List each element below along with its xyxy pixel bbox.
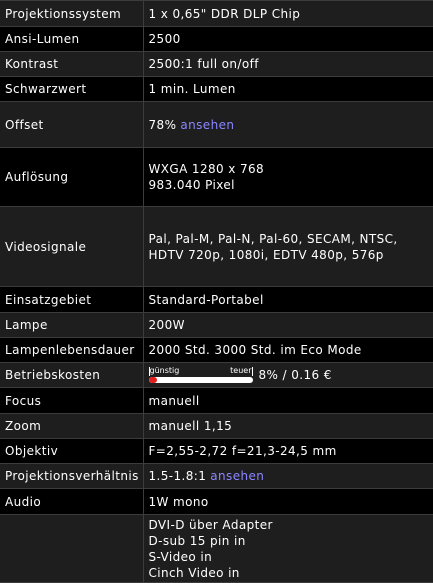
cost-meter-tick — [252, 367, 253, 376]
value-line: D-sub 15 pin in — [149, 533, 433, 549]
row-label: Kontrast — [0, 52, 143, 77]
spec-table: Projektionssystem 1 x 0,65" DDR DLP Chip… — [0, 0, 433, 583]
row-label: Lampenlebensdauer — [0, 338, 143, 363]
spec-row-einsatzgebiet: Einsatzgebiet Standard-Portabel — [0, 287, 433, 313]
row-value: 78%ansehen — [143, 102, 433, 148]
row-value: 2500 — [143, 27, 433, 52]
cost-value: 8% / 0.16 € — [259, 368, 332, 382]
spec-row-anschluesse: DVI-D über Adapter D-sub 15 pin in S-Vid… — [0, 515, 433, 583]
row-value: 1.5-1.8:1ansehen — [143, 464, 433, 489]
row-label: Projektionssystem — [0, 1, 143, 27]
value-line: WXGA 1280 x 768 — [149, 161, 433, 177]
value-line: S-Video in — [149, 549, 433, 565]
spec-row-projektionsverhaeltnis: Projektionsverhältnis 1.5-1.8:1ansehen — [0, 464, 433, 489]
row-value: 2500:1 full on/off — [143, 52, 433, 77]
row-value: 1 x 0,65" DDR DLP Chip — [143, 1, 433, 27]
row-value: 1W mono — [143, 489, 433, 515]
spec-row-lampe: Lampe 200W — [0, 313, 433, 338]
row-value: F=2,55-2,72 f=21,3-24,5 mm — [143, 439, 433, 464]
row-label: Lampe — [0, 313, 143, 338]
cost-meter-fill — [149, 377, 157, 383]
value-line: DVI-D über Adapter — [149, 517, 433, 533]
row-label: Projektionsverhältnis — [0, 464, 143, 489]
row-label: Zoom — [0, 414, 143, 439]
offset-value: 78% — [149, 118, 177, 132]
cost-low-label: günstig — [150, 366, 180, 375]
cost-meter-track — [149, 377, 253, 383]
row-label — [0, 515, 143, 583]
spec-row-lampenlebensdauer: Lampenlebensdauer 2000 Std. 3000 Std. im… — [0, 338, 433, 363]
value-line: Cinch Video in — [149, 565, 433, 581]
spec-row-zoom: Zoom manuell 1,15 — [0, 414, 433, 439]
spec-row-focus: Focus manuell — [0, 388, 433, 414]
spec-row-kontrast: Kontrast 2500:1 full on/off — [0, 52, 433, 77]
row-label: Einsatzgebiet — [0, 287, 143, 313]
row-value: günstig teuer 8% / 0.16 € — [143, 363, 433, 388]
row-label: Ansi-Lumen — [0, 27, 143, 52]
spec-row-schwarzwert: Schwarzwert 1 min. Lumen — [0, 77, 433, 102]
row-value: DVI-D über Adapter D-sub 15 pin in S-Vid… — [143, 515, 433, 583]
value-line: 983.040 Pixel — [149, 177, 433, 193]
ratio-value: 1.5-1.8:1 — [149, 469, 207, 483]
row-value: 1 min. Lumen — [143, 77, 433, 102]
spec-row-videosignale: Videosignale Pal, Pal-M, Pal-N, Pal-60, … — [0, 207, 433, 287]
cost-meter: günstig teuer — [149, 366, 253, 384]
row-label: Videosignale — [0, 207, 143, 287]
row-value: 200W — [143, 313, 433, 338]
row-value: Standard-Portabel — [143, 287, 433, 313]
row-label: Auflösung — [0, 148, 143, 207]
spec-row-betriebskosten: Betriebskosten günstig teuer 8% / 0.16 € — [0, 363, 433, 388]
row-label: Focus — [0, 388, 143, 414]
row-label: Audio — [0, 489, 143, 515]
spec-row-audio: Audio 1W mono — [0, 489, 433, 515]
row-label: Betriebskosten — [0, 363, 143, 388]
row-value: 2000 Std. 3000 Std. im Eco Mode — [143, 338, 433, 363]
spec-row-ansi-lumen: Ansi-Lumen 2500 — [0, 27, 433, 52]
offset-view-link[interactable]: ansehen — [180, 118, 234, 132]
row-label: Schwarzwert — [0, 77, 143, 102]
row-value: manuell — [143, 388, 433, 414]
row-label: Objektiv — [0, 439, 143, 464]
cost-high-label: teuer — [230, 366, 251, 375]
spec-row-projektionssystem: Projektionssystem 1 x 0,65" DDR DLP Chip — [0, 1, 433, 27]
spec-row-aufloesung: Auflösung WXGA 1280 x 768983.040 Pixel — [0, 148, 433, 207]
spec-row-objektiv: Objektiv F=2,55-2,72 f=21,3-24,5 mm — [0, 439, 433, 464]
row-value: Pal, Pal-M, Pal-N, Pal-60, SECAM, NTSC, … — [143, 207, 433, 287]
spec-row-offset: Offset 78%ansehen — [0, 102, 433, 148]
row-value: manuell 1,15 — [143, 414, 433, 439]
row-label: Offset — [0, 102, 143, 148]
row-value: WXGA 1280 x 768983.040 Pixel — [143, 148, 433, 207]
ratio-view-link[interactable]: ansehen — [210, 469, 264, 483]
